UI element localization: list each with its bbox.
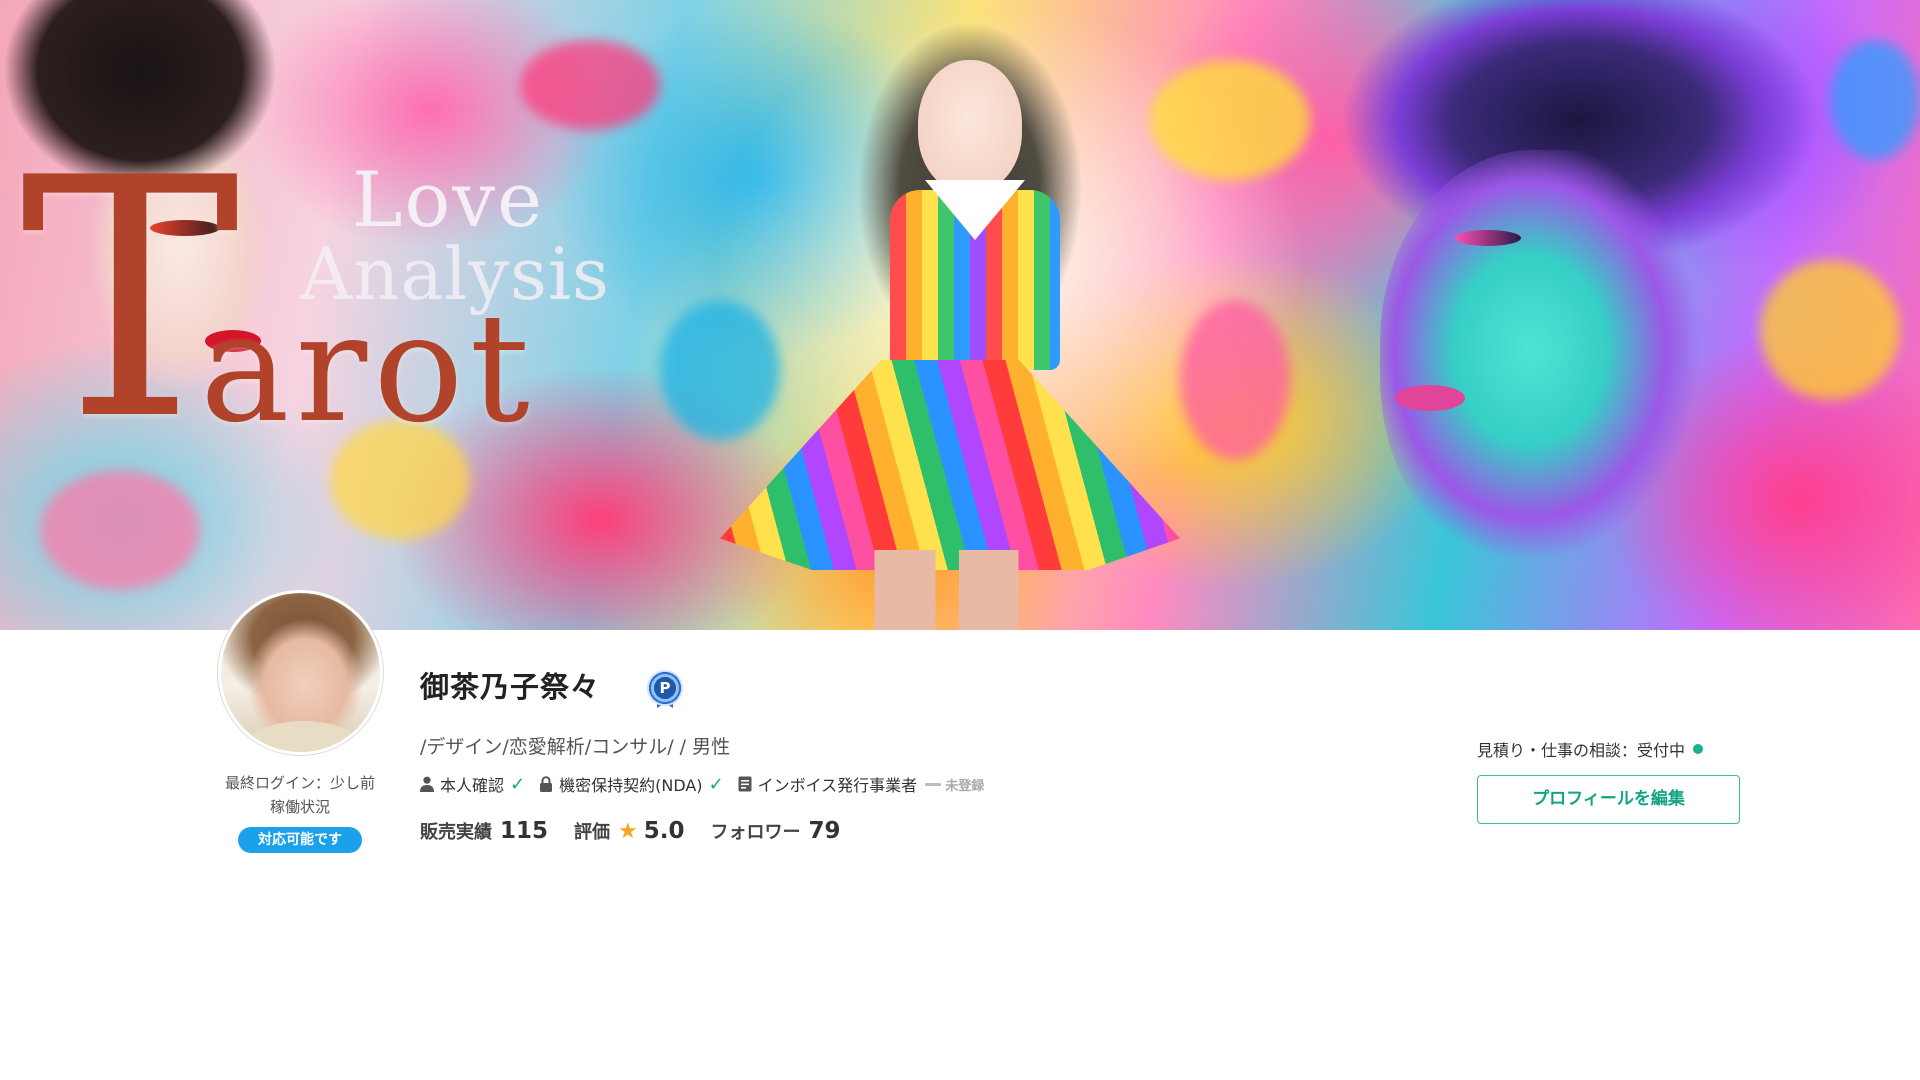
paint-splash [520, 40, 660, 130]
check-icon: ✓ [510, 773, 526, 795]
avatar[interactable] [218, 590, 383, 755]
man-portrait-lips [1395, 385, 1465, 411]
lock-icon [540, 776, 553, 792]
profile-cover-banner: T arot Love Analysis [0, 0, 1920, 630]
girl-face [918, 60, 1022, 192]
avatar-shirt [241, 721, 366, 752]
stats-row: 販売実績 115 評価 ★ 5.0 フォロワー 79 [420, 816, 867, 846]
rating-label: 評価 [574, 822, 611, 843]
invoice-status: 未登録 [945, 778, 985, 794]
verification-row: 本人確認 ✓ 機密保持契約(NDA) ✓ インボイス発行事業者 未登録 [420, 772, 998, 796]
user-name: 御茶乃子祭々 [420, 670, 601, 704]
identity-label: 本人確認 [440, 776, 505, 795]
girl-legs [860, 550, 1040, 630]
status-dot-icon [1693, 744, 1704, 754]
invoice-label: インボイス発行事業者 [757, 776, 918, 795]
p-rank-badge-letter: P [659, 679, 671, 697]
p-rank-badge-icon[interactable]: P [647, 670, 683, 706]
man-portrait-face [1380, 150, 1710, 570]
nda-label: 機密保持契約(NDA) [559, 776, 703, 795]
banner-title-tarot-rest: arot [200, 282, 536, 456]
paint-splash [1830, 40, 1920, 160]
identity-verification: 本人確認 ✓ [420, 772, 525, 796]
paint-splash [660, 300, 780, 440]
sales-value: 115 [500, 818, 549, 844]
banner-title-love: Love [352, 155, 545, 244]
dash-icon [925, 782, 942, 786]
work-status-label: 稼働状況 [269, 798, 330, 816]
banner-title-analysis: Analysis [300, 232, 610, 316]
availability-badge: 対応可能です [238, 827, 362, 853]
man-portrait-eye [1455, 230, 1521, 246]
consultation-status: 見積り・仕事の相談：受付中 [1477, 737, 1704, 761]
sales-label: 販売実績 [420, 822, 492, 843]
last-login-text: 最終ログイン：少し前 [224, 774, 375, 792]
edit-profile-button[interactable]: プロフィールを編集 [1477, 775, 1740, 824]
consultation-status-text: 見積り・仕事の相談：受付中 [1477, 741, 1686, 760]
followers-value[interactable]: 79 [809, 818, 841, 844]
invoice-registration: インボイス発行事業者 未登録 [738, 772, 985, 796]
rating-value: 5.0 [643, 818, 685, 844]
followers-label[interactable]: フォロワー [711, 818, 801, 844]
star-icon: ★ [618, 818, 638, 844]
profile-tagline: /デザイン/恋愛解析/コンサル/ / 男性 [420, 736, 731, 758]
check-icon: ✓ [708, 773, 724, 795]
document-icon [738, 776, 752, 792]
paint-splash [1180, 300, 1290, 460]
person-icon [420, 776, 434, 792]
nda-verification: 機密保持契約(NDA) ✓ [539, 772, 724, 796]
